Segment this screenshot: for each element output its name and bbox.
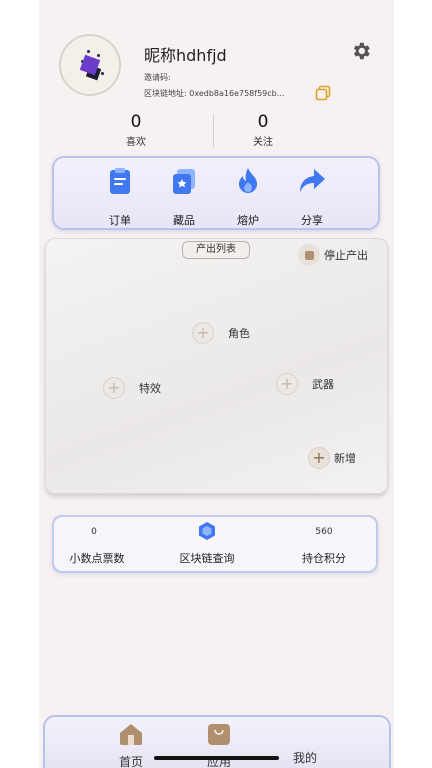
clipboard-icon — [110, 168, 130, 194]
home-icon — [120, 724, 142, 745]
slot-effect[interactable]: + 特效 — [103, 377, 161, 399]
stop-icon — [298, 244, 320, 266]
slot-label: 特效 — [139, 382, 161, 395]
blockchain-icon[interactable] — [197, 521, 217, 541]
shopping-bag-icon — [208, 724, 230, 745]
likes-label: 喜欢 — [126, 137, 146, 148]
menu-item-label: 熔炉 — [237, 214, 259, 227]
avatar-figure-icon — [79, 54, 101, 76]
flame-icon — [239, 168, 257, 193]
plus-icon: + — [192, 322, 214, 344]
avatar[interactable] — [59, 34, 121, 96]
chain-address: 区块链地址: 0xedb8a16e758f59cb... — [144, 88, 284, 99]
share-arrow-icon — [300, 169, 325, 192]
slot-role[interactable]: + 角色 — [192, 322, 250, 344]
plus-icon: + — [276, 373, 298, 395]
plus-icon: + — [308, 447, 330, 469]
production-panel: 产出列表 停止产出 + 角色 + 特效 + 武器 + 新增 — [45, 238, 388, 494]
stop-production-label: 停止产出 — [324, 249, 368, 262]
menu-item-furnace[interactable]: 熔炉 — [216, 166, 280, 228]
follows-count: 0 — [257, 112, 269, 132]
chain-address-value: 0xedb8a16e758f59cb... — [189, 89, 285, 98]
invite-code: 邀请码: — [144, 72, 171, 83]
menu-item-share[interactable]: 分享 — [280, 166, 344, 228]
collection-icon — [173, 169, 195, 194]
chain-info-card: 0 小数点票数 区块链查询 560 持仓积分 — [52, 515, 378, 573]
stop-production-button[interactable]: 停止产出 — [298, 244, 368, 266]
slot-label: 武器 — [312, 378, 334, 391]
bottom-tab-bar: 首页 应用 我的 — [43, 715, 391, 768]
plus-icon: + — [103, 377, 125, 399]
menu-item-orders[interactable]: 订单 — [88, 166, 152, 228]
slot-label: 角色 — [228, 327, 250, 340]
nickname: 昵称hdhfjd — [144, 46, 227, 65]
menu-item-label: 订单 — [109, 214, 131, 227]
follows-stat[interactable]: 0 关注 — [203, 112, 323, 148]
quick-menu: 订单 藏品 熔炉 分享 — [52, 156, 380, 230]
likes-stat[interactable]: 0 喜欢 — [76, 112, 196, 148]
add-new-button[interactable]: + 新增 — [308, 447, 356, 469]
holding-value: 560 — [315, 527, 333, 537]
holding-label: 持仓积分 — [302, 552, 346, 565]
follows-label: 关注 — [253, 137, 273, 148]
points-label: 小数点票数 — [69, 552, 125, 565]
gear-icon[interactable] — [350, 40, 372, 62]
tab-home[interactable]: 首页 — [111, 723, 151, 768]
chain-address-label: 区块链地址: — [144, 89, 187, 98]
stats-row: 0 喜欢 0 关注 — [39, 112, 394, 152]
tab-label: 我的 — [292, 751, 317, 765]
copy-icon[interactable] — [315, 85, 331, 101]
home-indicator — [154, 756, 279, 760]
menu-item-collection[interactable]: 藏品 — [152, 166, 216, 228]
tab-label: 首页 — [118, 755, 143, 768]
slot-weapon[interactable]: + 武器 — [276, 373, 334, 395]
menu-item-label: 藏品 — [173, 214, 195, 227]
menu-item-label: 分享 — [301, 214, 323, 227]
tab-mine[interactable]: 我的 — [285, 749, 325, 766]
add-new-label: 新增 — [334, 452, 356, 465]
profile-page: 昵称hdhfjd 邀请码: 区块链地址: 0xedb8a16e758f59cb.… — [39, 0, 394, 768]
invite-code-label: 邀请码: — [144, 73, 171, 82]
tab-apps[interactable]: 应用 — [199, 723, 239, 768]
production-list-tab[interactable]: 产出列表 — [182, 241, 250, 259]
chain-query-button[interactable]: 区块链查询 — [162, 550, 252, 566]
points-value: 0 — [91, 527, 97, 537]
likes-count: 0 — [130, 112, 142, 132]
